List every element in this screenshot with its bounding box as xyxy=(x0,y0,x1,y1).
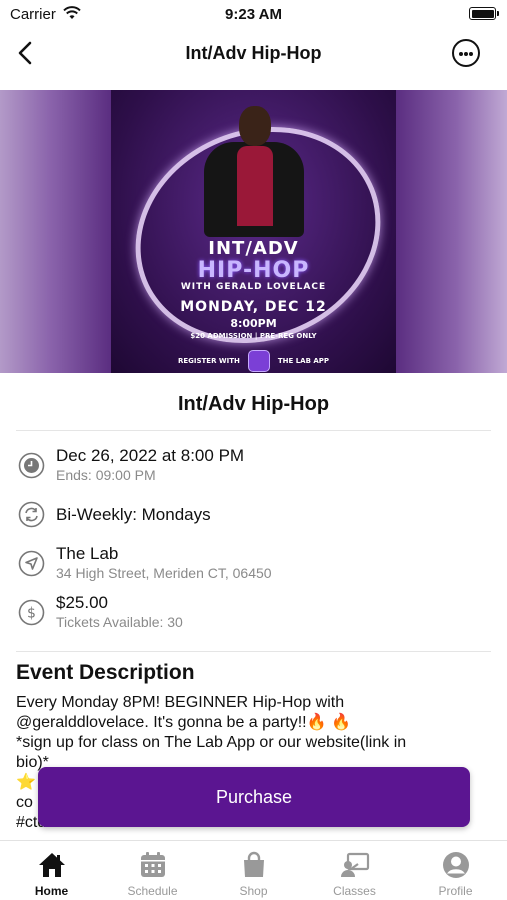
venue-name[interactable]: The Lab xyxy=(56,544,118,564)
tab-label: Profile xyxy=(438,884,473,898)
repeat-icon xyxy=(18,501,45,528)
battery-icon xyxy=(469,7,499,20)
tab-shop[interactable]: Shop xyxy=(203,841,304,900)
poster-time-text: 8:00PM xyxy=(230,317,277,330)
tickets-available: Tickets Available: 30 xyxy=(56,614,183,630)
purchase-button[interactable]: Purchase xyxy=(38,767,470,827)
description-line: *sign up for class on The Lab App or our… xyxy=(16,734,407,751)
tab-profile[interactable]: Profile xyxy=(405,841,506,900)
classes-icon xyxy=(341,852,370,877)
status-time: 9:23 AM xyxy=(225,6,282,23)
poster-instructor-text: WITH GERALD LOVELACE xyxy=(180,282,327,292)
lab-app-icon xyxy=(247,350,270,372)
tab-label: Home xyxy=(34,884,69,898)
poster-person-shirt xyxy=(237,146,273,226)
page-title: Int/Adv Hip-Hop xyxy=(185,43,322,63)
status-bar: Carrier 9:23 AM xyxy=(0,0,507,28)
calendar-icon xyxy=(141,852,165,877)
poster-app-name-text: THE LAB APP xyxy=(277,357,330,365)
event-banner: INT/ADV HIP-HOP WITH GERALD LOVELACE MON… xyxy=(0,90,507,373)
tab-label: Schedule xyxy=(127,884,178,898)
tab-home[interactable]: Home xyxy=(1,841,102,900)
event-poster-image: INT/ADV HIP-HOP WITH GERALD LOVELACE MON… xyxy=(111,90,396,373)
event-date: Dec 26, 2022 at 8:00 PM xyxy=(56,446,245,465)
poster-register-text: REGISTER WITH xyxy=(177,357,240,365)
divider xyxy=(16,651,491,652)
dollar-icon: $ xyxy=(18,599,45,626)
poster-level-text: INT/ADV xyxy=(208,238,299,259)
poster-style-text: HIP-HOP xyxy=(197,258,310,283)
poster-register-row: REGISTER WITH THE LAB APP xyxy=(111,350,396,372)
ticket-price: $25.00 xyxy=(56,593,108,612)
event-title: Int/Adv Hip-Hop xyxy=(177,393,330,415)
svg-text:$: $ xyxy=(27,606,36,622)
tab-schedule[interactable]: Schedule xyxy=(102,841,203,900)
more-options-icon[interactable] xyxy=(452,39,480,67)
tab-classes[interactable]: Classes xyxy=(304,841,405,900)
home-icon xyxy=(39,853,65,877)
poster-date-text: MONDAY, DEC 12 xyxy=(180,299,327,315)
description-heading: Event Description xyxy=(16,661,195,684)
poster-admission-text: $20 ADMISSION | PRE-REG ONLY xyxy=(190,332,317,340)
event-recurrence: Bi-Weekly: Mondays xyxy=(56,505,211,524)
description-line: Every Monday 8PM! BEGINNER Hip-Hop with xyxy=(16,694,345,711)
event-end-time: Ends: 09:00 PM xyxy=(56,467,156,483)
divider xyxy=(16,430,491,431)
tab-label: Classes xyxy=(333,884,376,898)
shopping-bag-icon xyxy=(244,851,264,877)
tab-bar: Home Schedule Shop Classes Profile xyxy=(0,840,507,900)
description-line: @geralddlovelace. It's gonna be a party!… xyxy=(16,714,351,731)
location-arrow-icon[interactable] xyxy=(18,550,45,577)
nav-bar: Int/Adv Hip-Hop xyxy=(0,28,507,80)
profile-icon xyxy=(443,852,469,878)
venue-address[interactable]: 34 High Street, Meriden CT, 06450 xyxy=(56,565,272,581)
poster-person-head xyxy=(239,106,271,146)
clock-icon xyxy=(18,452,45,479)
tab-label: Shop xyxy=(239,884,268,898)
